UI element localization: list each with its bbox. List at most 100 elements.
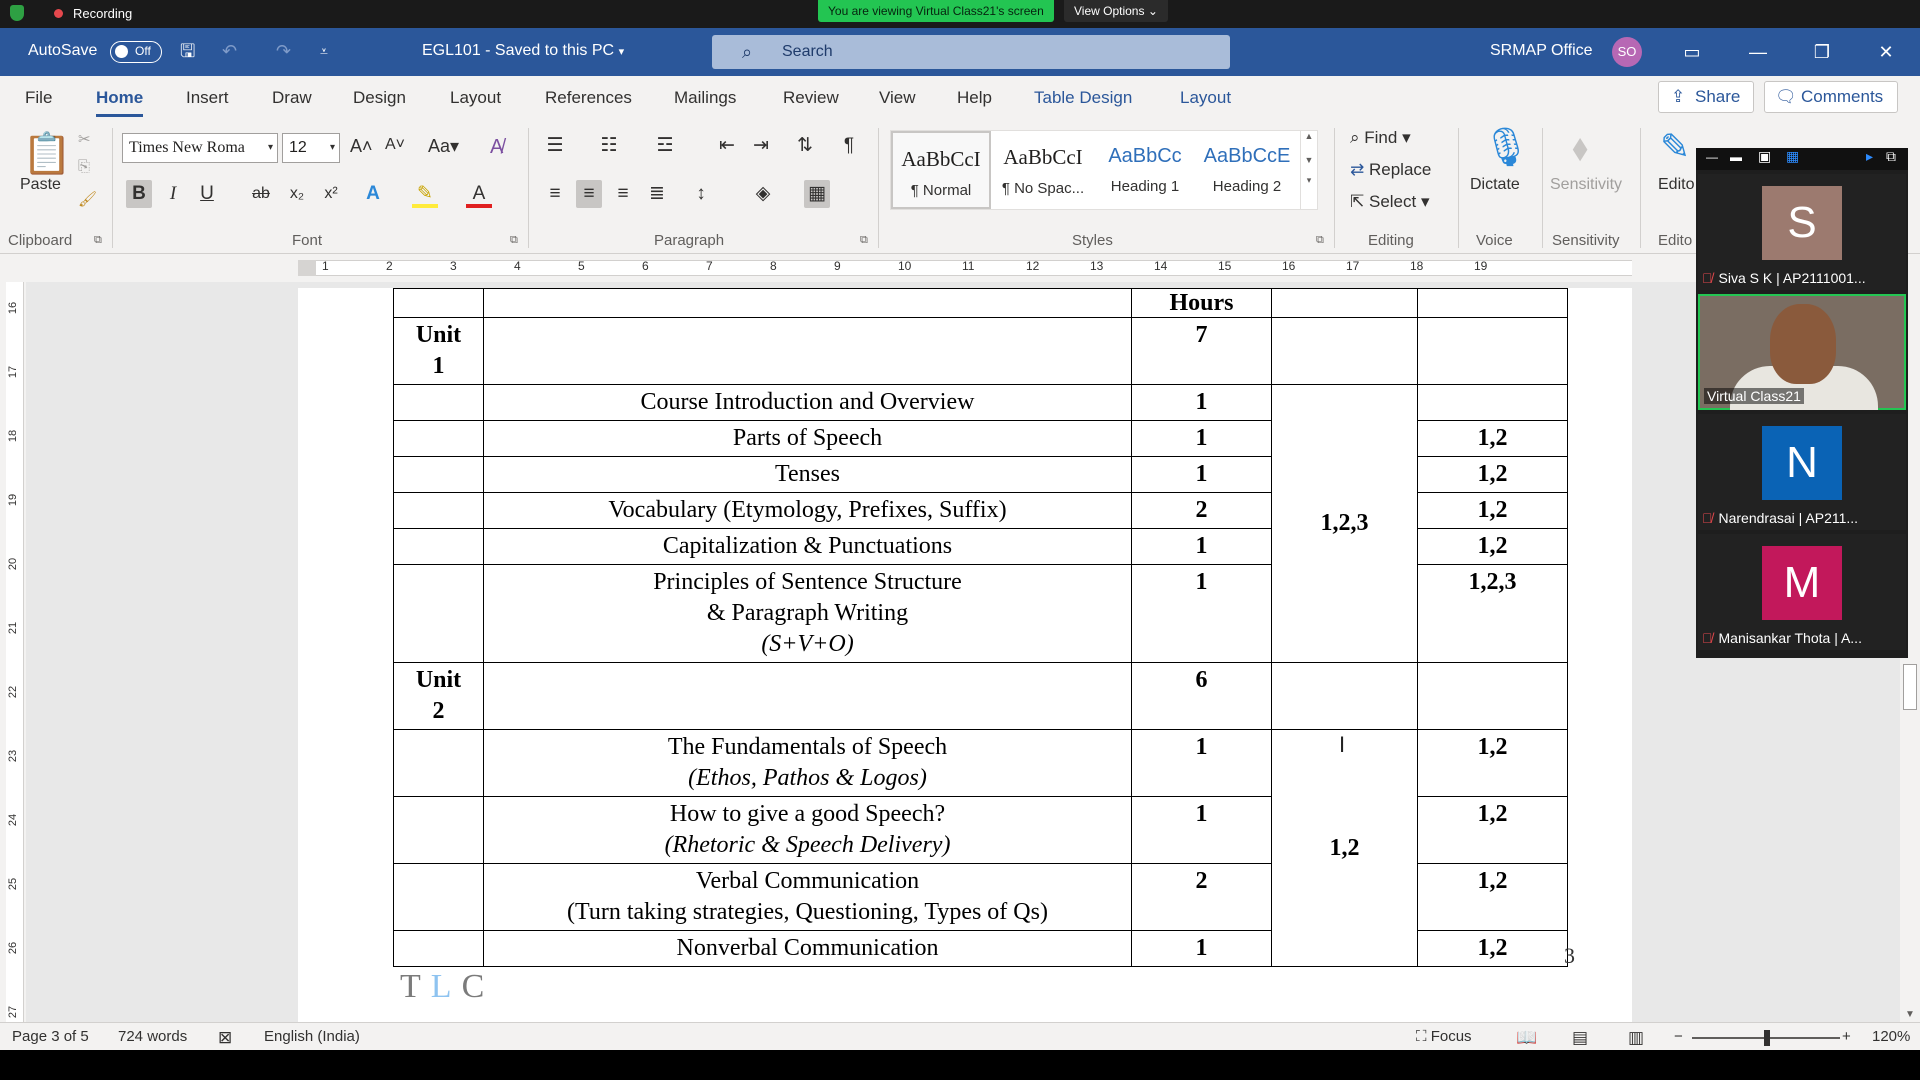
strikethrough-icon[interactable]: ab <box>248 180 274 208</box>
select-button[interactable]: ⇱ Select ▾ <box>1350 192 1430 212</box>
recording-indicator[interactable]: Recording <box>10 5 132 21</box>
replace-button[interactable]: ⇄ Replace <box>1350 160 1431 180</box>
microphone-icon[interactable]: 🎙 <box>1482 126 1530 170</box>
find-button[interactable]: ⌕ Find ▾ <box>1350 128 1411 148</box>
table-cell[interactable] <box>1417 662 1568 730</box>
customize-toolbar-icon[interactable]: ⩡ <box>320 40 328 62</box>
hours-cell[interactable]: 1 <box>1131 930 1272 967</box>
topic-cell[interactable]: Vocabulary (Etymology, Prefixes, Suffix) <box>483 492 1132 529</box>
tab-mailings[interactable]: Mailings <box>674 88 736 108</box>
topic-cell[interactable]: Principles of Sentence Structure & Paragr… <box>483 564 1132 663</box>
table-cell[interactable] <box>1271 317 1418 385</box>
table-cell[interactable] <box>393 863 484 931</box>
tab-file[interactable]: File <box>25 88 52 108</box>
grow-font-icon[interactable]: A˄ <box>350 136 373 157</box>
table-cell[interactable] <box>1271 662 1418 730</box>
style-heading-1[interactable]: AaBbCc Heading 1 <box>1095 131 1195 209</box>
topic-cell[interactable]: Nonverbal Communication <box>483 930 1132 967</box>
participant-tile-active[interactable]: Virtual Class21 <box>1698 294 1906 410</box>
unit-label[interactable]: Unit 1 <box>393 317 484 385</box>
co-cell[interactable]: 1,2 <box>1417 456 1568 493</box>
chevron-down-icon[interactable]: ▼ <box>1905 1009 1915 1020</box>
merged-outcome-cell[interactable]: 1,2,3 <box>1271 384 1418 663</box>
subscript-icon[interactable]: x₂ <box>284 180 310 208</box>
font-name-select[interactable]: Times New Roma ▾ <box>122 133 278 163</box>
text-effects-icon[interactable]: A <box>360 180 386 208</box>
hours-cell[interactable]: 1 <box>1131 564 1272 663</box>
hours-cell[interactable]: 1 <box>1131 796 1272 864</box>
dictate-label[interactable]: Dictate <box>1470 176 1520 194</box>
document-title[interactable]: EGL101 - Saved to this PC ▾ <box>422 42 624 60</box>
focus-button[interactable]: ⛶ Focus <box>1416 1028 1472 1045</box>
align-left-icon[interactable]: ≡ <box>542 180 568 208</box>
style-normal[interactable]: AaBbCcI ¶ Normal <box>891 131 991 209</box>
tab-home[interactable]: Home <box>96 88 144 117</box>
editor-label[interactable]: Edito <box>1658 176 1694 194</box>
bullets-icon[interactable]: ☰ <box>542 132 568 160</box>
co-cell[interactable]: 1,2 <box>1417 729 1568 797</box>
table-cell[interactable] <box>393 564 484 663</box>
topic-cell[interactable]: The Fundamentals of Speech (Ethos, Pathos… <box>483 729 1132 797</box>
decrease-indent-icon[interactable]: ⇤ <box>714 132 740 160</box>
tab-references[interactable]: References <box>545 88 632 108</box>
document-page[interactable]: Hours Unit 1 7 Course Introduction and Ov… <box>298 288 1632 1022</box>
paste-icon[interactable]: 📋 <box>22 130 72 177</box>
minimize-icon[interactable]: — <box>1738 36 1778 68</box>
hours-cell[interactable]: 1 <box>1131 729 1272 797</box>
horizontal-ruler[interactable]: 1 2 3 4 5 6 7 8 9 10 11 12 13 14 15 16 17 18 19 <box>0 255 1920 281</box>
tab-view[interactable]: View <box>879 88 916 108</box>
sensitivity-icon[interactable]: ⬧ <box>1572 126 1588 169</box>
table-cell[interactable] <box>483 317 1132 385</box>
merged-outcome-cell[interactable]: 1,2 <box>1271 729 1418 967</box>
bold-icon[interactable]: B <box>126 180 152 208</box>
copy-icon[interactable]: ⎘ <box>78 158 90 175</box>
table-cell[interactable] <box>1271 288 1418 318</box>
numbering-icon[interactable]: ☷ <box>596 132 622 160</box>
next-page-icon[interactable]: ▸ <box>1866 148 1873 165</box>
table-cell[interactable] <box>393 930 484 967</box>
tab-draw[interactable]: Draw <box>272 88 312 108</box>
co-cell[interactable] <box>1417 384 1568 421</box>
web-layout-icon[interactable]: ▥ <box>1628 1028 1644 1048</box>
unit-hours[interactable]: 6 <box>1131 662 1272 730</box>
view-options-button[interactable]: View Options ⌄ <box>1064 0 1168 22</box>
co-cell[interactable]: 1,2 <box>1417 930 1568 967</box>
topic-cell[interactable]: Verbal Communication (Turn taking strateg… <box>483 863 1132 931</box>
tab-layout[interactable]: Layout <box>450 88 501 108</box>
language[interactable]: English (India) <box>264 1028 360 1045</box>
hours-cell[interactable]: 1 <box>1131 384 1272 421</box>
gallery-view-icon[interactable]: ▦ <box>1786 148 1799 165</box>
borders-icon[interactable]: ▦ <box>804 180 830 208</box>
tab-table-layout[interactable]: Layout <box>1180 88 1231 108</box>
align-right-icon[interactable]: ≡ <box>610 180 636 208</box>
speaker-view-icon[interactable]: ▬ <box>1730 150 1742 164</box>
print-layout-icon[interactable]: ▤ <box>1572 1028 1588 1048</box>
co-cell[interactable]: 1,2 <box>1417 528 1568 565</box>
zoom-level[interactable]: 120% <box>1872 1028 1910 1045</box>
table-cell[interactable] <box>1417 288 1568 318</box>
multilevel-list-icon[interactable]: ☲ <box>652 132 678 160</box>
paste-label[interactable]: Paste <box>20 176 61 194</box>
page-count[interactable]: Page 3 of 5 <box>12 1028 89 1045</box>
format-painter-icon[interactable]: 🖌 <box>78 190 97 208</box>
topic-cell[interactable]: Capitalization & Punctuations <box>483 528 1132 565</box>
dialog-launcher-icon[interactable]: ⧉ <box>94 234 102 247</box>
hours-cell[interactable]: 2 <box>1131 492 1272 529</box>
style-heading-2[interactable]: AaBbCcE Heading 2 <box>1197 131 1297 209</box>
hours-cell[interactable]: 1 <box>1131 456 1272 493</box>
sensitivity-label[interactable]: Sensitivity <box>1550 176 1622 194</box>
scrollbar-thumb[interactable] <box>1903 664 1917 710</box>
table-cell[interactable] <box>1417 317 1568 385</box>
participant-tile[interactable]: S 🎙̸ Siva S K | AP2111001... <box>1698 174 1906 290</box>
font-color-icon[interactable]: A <box>466 180 492 208</box>
align-center-icon[interactable]: ≡ <box>576 180 602 208</box>
ribbon-display-icon[interactable]: ▭ <box>1672 36 1712 68</box>
tab-help[interactable]: Help <box>957 88 992 108</box>
table-cell[interactable] <box>393 288 484 318</box>
topic-cell[interactable]: How to give a good Speech? (Rhetoric & Sp… <box>483 796 1132 864</box>
increase-indent-icon[interactable]: ⇥ <box>748 132 774 160</box>
hours-cell[interactable]: 2 <box>1131 863 1272 931</box>
minimize-icon[interactable]: — <box>1706 150 1718 164</box>
zoom-slider-thumb[interactable] <box>1764 1030 1770 1046</box>
clear-formatting-icon[interactable]: A̸ <box>490 136 503 159</box>
